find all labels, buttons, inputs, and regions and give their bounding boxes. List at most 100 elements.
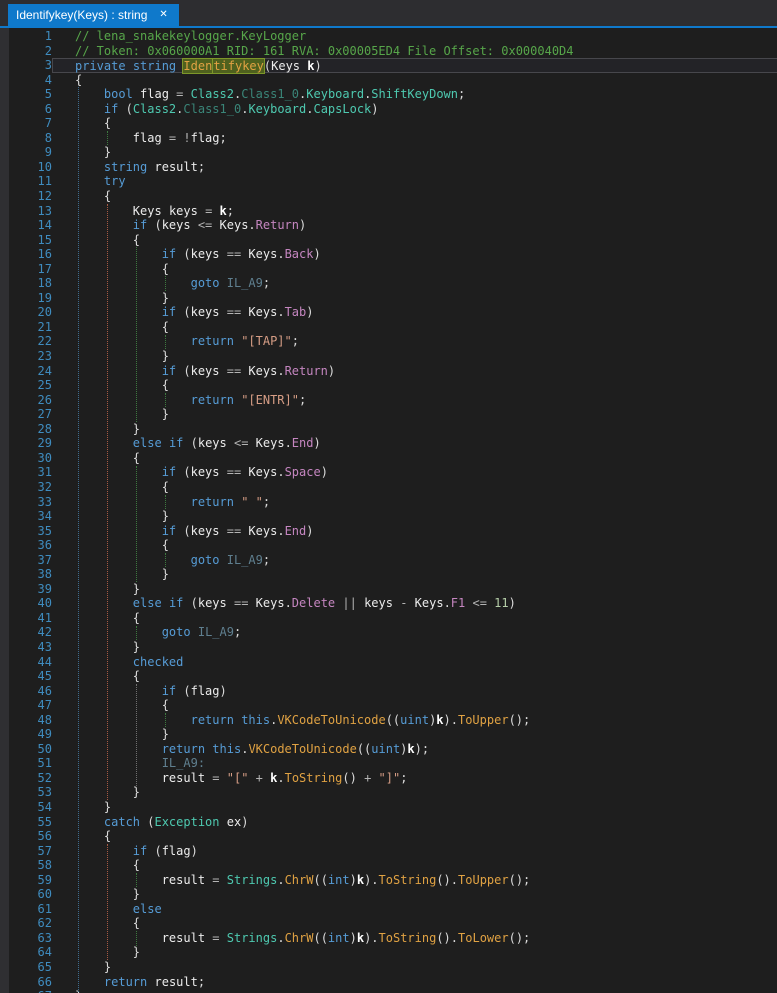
code-line[interactable]: 15 { xyxy=(0,233,777,248)
line-number[interactable]: 46 xyxy=(0,684,52,699)
line-number[interactable]: 33 xyxy=(0,495,52,510)
code-line[interactable]: 29 else if (keys <= Keys.End) xyxy=(0,436,777,451)
code-line[interactable]: 24 if (keys == Keys.Return) xyxy=(0,364,777,379)
line-number[interactable]: 55 xyxy=(0,815,52,830)
line-number[interactable]: 57 xyxy=(0,844,52,859)
line-number[interactable]: 16 xyxy=(0,247,52,262)
code-line[interactable]: 56 { xyxy=(0,829,777,844)
code-line[interactable]: 35 if (keys == Keys.End) xyxy=(0,524,777,539)
code-line[interactable]: 27 } xyxy=(0,407,777,422)
code-line[interactable]: 47 { xyxy=(0,698,777,713)
line-number[interactable]: 39 xyxy=(0,582,52,597)
code-line[interactable]: 60 } xyxy=(0,887,777,902)
line-number[interactable]: 62 xyxy=(0,916,52,931)
line-number[interactable]: 15 xyxy=(0,233,52,248)
code-line[interactable]: 58 { xyxy=(0,858,777,873)
line-number[interactable]: 31 xyxy=(0,465,52,480)
code-line[interactable]: 66 return result; xyxy=(0,975,777,990)
code-line[interactable]: 38 } xyxy=(0,567,777,582)
line-number[interactable]: 29 xyxy=(0,436,52,451)
code-line[interactable]: 5 bool flag = Class2.Class1_0.Keyboard.S… xyxy=(0,87,777,102)
line-number[interactable]: 44 xyxy=(0,655,52,670)
line-number[interactable]: 66 xyxy=(0,975,52,990)
code-line[interactable]: 37 goto IL_A9; xyxy=(0,553,777,568)
code-line[interactable]: 64 } xyxy=(0,945,777,960)
code-line[interactable]: 22 return "[TAP]"; xyxy=(0,334,777,349)
code-line[interactable]: 14 if (keys <= Keys.Return) xyxy=(0,218,777,233)
line-number[interactable]: 64 xyxy=(0,945,52,960)
code-line[interactable]: 20 if (keys == Keys.Tab) xyxy=(0,305,777,320)
code-line[interactable]: 42 goto IL_A9; xyxy=(0,625,777,640)
code-line[interactable]: 48 return this.VKCodeToUnicode((uint)k).… xyxy=(0,713,777,728)
line-number[interactable]: 25 xyxy=(0,378,52,393)
code-line[interactable]: 1 // lena_snakekeylogger.KeyLogger xyxy=(0,29,777,44)
code-editor[interactable]: 1 // lena_snakekeylogger.KeyLogger 2 // Tok… xyxy=(0,28,777,993)
code-line[interactable]: 18 goto IL_A9; xyxy=(0,276,777,291)
code-line[interactable]: 51 IL_A9: xyxy=(0,756,777,771)
code-line[interactable]: 16 if (keys == Keys.Back) xyxy=(0,247,777,262)
line-number[interactable]: 52 xyxy=(0,771,52,786)
code-line[interactable]: 52 result = "[" + k.ToString() + "]"; xyxy=(0,771,777,786)
line-number[interactable]: 3 xyxy=(0,58,52,73)
code-line[interactable]: 43 } xyxy=(0,640,777,655)
line-number[interactable]: 34 xyxy=(0,509,52,524)
code-line[interactable]: 6 if (Class2.Class1_0.Keyboard.CapsLock) xyxy=(0,102,777,117)
line-number[interactable]: 50 xyxy=(0,742,52,757)
code-line[interactable]: 8 flag = !flag; xyxy=(0,131,777,146)
line-number[interactable]: 61 xyxy=(0,902,52,917)
line-number[interactable]: 38 xyxy=(0,567,52,582)
code-line[interactable]: 32 { xyxy=(0,480,777,495)
code-line[interactable]: 65 } xyxy=(0,960,777,975)
line-number[interactable]: 37 xyxy=(0,553,52,568)
code-line[interactable]: 53 } xyxy=(0,785,777,800)
code-line[interactable]: 25 { xyxy=(0,378,777,393)
line-number[interactable]: 47 xyxy=(0,698,52,713)
line-number[interactable]: 10 xyxy=(0,160,52,175)
line-number[interactable]: 42 xyxy=(0,625,52,640)
line-number[interactable]: 56 xyxy=(0,829,52,844)
line-number[interactable]: 60 xyxy=(0,887,52,902)
code-line[interactable]: 28 } xyxy=(0,422,777,437)
line-number[interactable]: 9 xyxy=(0,145,52,160)
code-line[interactable]: 49 } xyxy=(0,727,777,742)
line-number[interactable]: 27 xyxy=(0,407,52,422)
line-number[interactable]: 1 xyxy=(0,29,52,44)
code-line[interactable]: 9 } xyxy=(0,145,777,160)
code-line[interactable]: 30 { xyxy=(0,451,777,466)
line-number[interactable]: 22 xyxy=(0,334,52,349)
code-line[interactable]: 12 { xyxy=(0,189,777,204)
code-line[interactable]: 3 private string Identifykey(Keys k) xyxy=(0,58,777,74)
line-number[interactable]: 35 xyxy=(0,524,52,539)
line-number[interactable]: 21 xyxy=(0,320,52,335)
code-line[interactable]: 26 return "[ENTR]"; xyxy=(0,393,777,408)
line-number[interactable]: 53 xyxy=(0,785,52,800)
line-number[interactable]: 51 xyxy=(0,756,52,771)
code-line[interactable]: 57 if (flag) xyxy=(0,844,777,859)
line-number[interactable]: 13 xyxy=(0,204,52,219)
line-number[interactable]: 36 xyxy=(0,538,52,553)
code-line[interactable]: 63 result = Strings.ChrW((int)k).ToStrin… xyxy=(0,931,777,946)
code-line[interactable]: 44 checked xyxy=(0,655,777,670)
code-line[interactable]: 13 Keys keys = k; xyxy=(0,204,777,219)
code-line[interactable]: 46 if (flag) xyxy=(0,684,777,699)
code-line[interactable]: 2 // Token: 0x060000A1 RID: 161 RVA: 0x00… xyxy=(0,44,777,59)
line-number[interactable]: 32 xyxy=(0,480,52,495)
code-area[interactable]: 1 // lena_snakekeylogger.KeyLogger 2 // Tok… xyxy=(0,29,777,993)
code-line[interactable]: 54 } xyxy=(0,800,777,815)
line-number[interactable]: 6 xyxy=(0,102,52,117)
code-line[interactable]: 39 } xyxy=(0,582,777,597)
code-line[interactable]: 10 string result; xyxy=(0,160,777,175)
line-number[interactable]: 45 xyxy=(0,669,52,684)
code-line[interactable]: 11 try xyxy=(0,174,777,189)
line-number[interactable]: 40 xyxy=(0,596,52,611)
code-line[interactable]: 59 result = Strings.ChrW((int)k).ToStrin… xyxy=(0,873,777,888)
line-number[interactable]: 67 xyxy=(0,989,52,993)
code-line[interactable]: 40 else if (keys == Keys.Delete || keys … xyxy=(0,596,777,611)
line-number[interactable]: 17 xyxy=(0,262,52,277)
code-line[interactable]: 55 catch (Exception ex) xyxy=(0,815,777,830)
line-number[interactable]: 14 xyxy=(0,218,52,233)
line-number[interactable]: 12 xyxy=(0,189,52,204)
line-number[interactable]: 4 xyxy=(0,73,52,88)
line-number[interactable]: 41 xyxy=(0,611,52,626)
line-number[interactable]: 63 xyxy=(0,931,52,946)
